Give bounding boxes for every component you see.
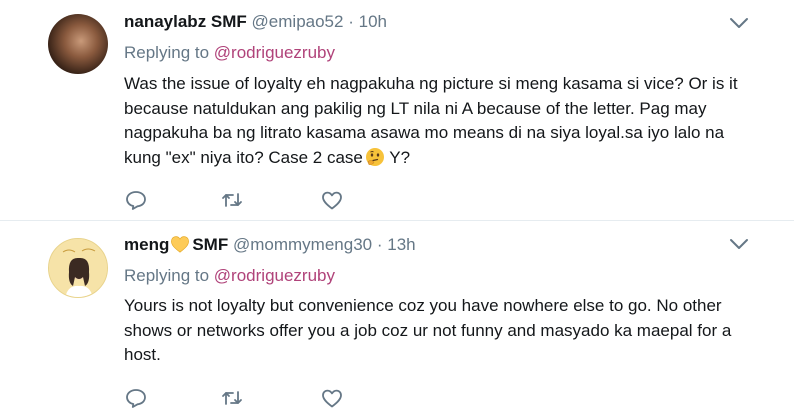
separator: · [376,235,383,254]
tweet[interactable]: meng SMF @mommymeng30 · 13h Replying to … [0,221,794,416]
tweet-text: Yours is not loyalty but convenience coz… [124,296,732,364]
user-handle[interactable]: @emipao52 [252,12,344,31]
display-name[interactable]: meng SMF [124,235,228,254]
timestamp[interactable]: 10h [359,12,387,31]
heart-icon[interactable] [320,386,344,410]
replying-to-link[interactable]: @rodriguezruby [214,266,335,285]
separator: · [348,12,354,31]
replying-prefix: Replying to [124,266,210,285]
tweet-header: nanaylabz SMF @emipao52 · 10h [124,10,387,34]
tweet-text-part: Was the issue of loyalty eh nagpakuha ng… [124,74,738,167]
retweet-icon[interactable] [220,386,244,410]
display-name-part: meng [124,235,170,254]
replying-to: Replying to @rodriguezruby [124,264,335,288]
thinking-face-emoji [365,147,384,166]
tweet-text: Was the issue of loyalty eh nagpakuha ng… [124,72,764,170]
replying-to: Replying to @rodriguezruby [124,41,335,65]
heart-icon[interactable] [320,188,344,212]
yellow-heart-emoji [171,236,190,253]
reply-icon[interactable] [124,188,148,212]
retweet-icon[interactable] [220,188,244,212]
tweet-header: meng SMF @mommymeng30 · 13h [124,233,416,257]
avatar-image [49,239,107,297]
display-name-part: SMF [192,235,229,254]
timestamp[interactable]: 13h [387,235,415,254]
chevron-down-icon[interactable] [728,16,750,30]
tweet-actions [124,386,384,412]
tweet-actions [124,188,384,214]
replying-prefix: Replying to [124,43,210,62]
display-name[interactable]: nanaylabz SMF [124,12,247,31]
user-handle[interactable]: @mommymeng30 [233,235,372,254]
reply-icon[interactable] [124,386,148,410]
tweet-text-part: Y? [384,147,411,167]
chevron-down-icon[interactable] [728,237,750,251]
avatar[interactable] [48,238,108,298]
avatar[interactable] [48,14,108,74]
replying-to-link[interactable]: @rodriguezruby [214,43,335,62]
tweet[interactable]: nanaylabz SMF @emipao52 · 10h Replying t… [0,0,794,221]
